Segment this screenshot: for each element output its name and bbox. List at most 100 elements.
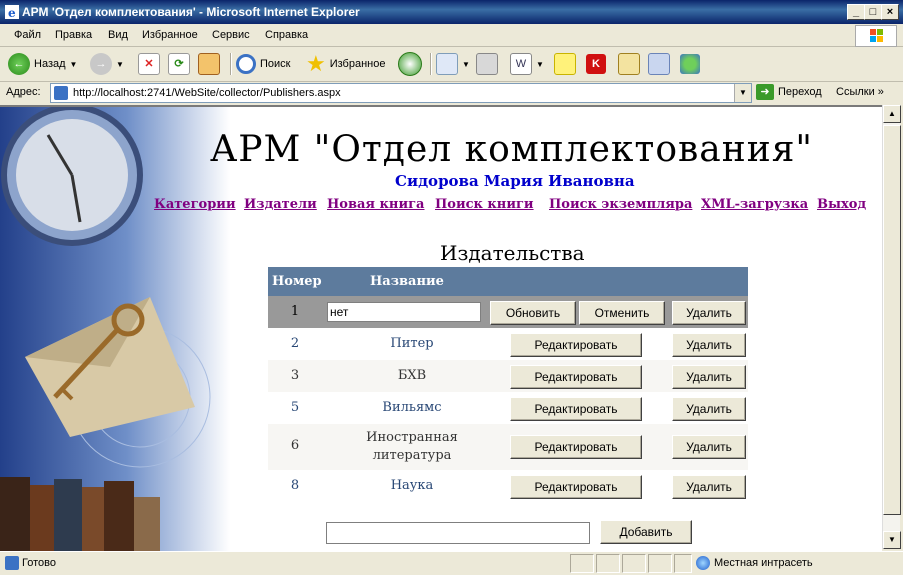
notes-button[interactable] — [554, 52, 576, 76]
home-button[interactable] — [198, 52, 220, 76]
row-number: 6 — [290, 438, 300, 453]
row-number: 8 — [290, 478, 300, 493]
delete-button[interactable]: Удалить — [672, 435, 746, 459]
page-title: Издательства — [440, 241, 585, 265]
scroll-down-icon[interactable]: ▼ — [883, 531, 901, 549]
maximize-button[interactable]: □ — [864, 4, 882, 20]
title-bar: e АРМ 'Отдел комплектования' - Microsoft… — [0, 0, 903, 24]
table-row: 3 БХВ Редактировать Удалить — [268, 360, 748, 392]
update-button[interactable]: Обновить — [490, 301, 576, 325]
scroll-thumb[interactable] — [883, 125, 901, 515]
tool-button-2[interactable] — [648, 52, 670, 76]
toolbar: ← Назад ▼ → ▼ ✕ ⟳ Поиск ★ Избранное ▼ W ▼… — [0, 47, 903, 82]
nav-search-book-link[interactable]: Поиск книги — [435, 197, 534, 212]
new-publisher-input[interactable] — [326, 522, 590, 544]
back-arrow-icon: ← — [8, 53, 30, 75]
stop-icon: ✕ — [138, 53, 160, 75]
search-label: Поиск — [260, 58, 291, 70]
page-content: АРМ "Отдел комплектования" Сидорова Мари… — [0, 105, 882, 551]
kaspersky-icon: K — [586, 54, 606, 74]
tool-button-1[interactable] — [618, 52, 640, 76]
grid-header: Номер Название — [268, 267, 748, 296]
edit-word-button[interactable]: W ▼ — [510, 52, 544, 76]
nav-new-book-link[interactable]: Новая книга — [327, 197, 424, 212]
vertical-scrollbar[interactable]: ▲ ▼ — [882, 105, 901, 549]
cancel-button[interactable]: Отменить — [579, 301, 665, 325]
mail-icon — [436, 53, 458, 75]
edit-button[interactable]: Редактировать — [510, 365, 642, 389]
messenger-button[interactable] — [680, 52, 700, 76]
page-done-icon — [5, 556, 19, 570]
print-button[interactable] — [476, 52, 498, 76]
favorites-label: Избранное — [329, 58, 386, 70]
column-number-header: Номер — [272, 274, 322, 289]
forward-button[interactable]: → ▼ — [90, 52, 124, 76]
menu-file[interactable]: Файл — [14, 29, 41, 41]
menu-bar: Файл Правка Вид Избранное Сервис Справка — [0, 24, 903, 47]
tools-icon — [648, 53, 670, 75]
menu-favorites[interactable]: Избранное — [142, 29, 198, 41]
publisher-name: Наука — [390, 478, 434, 493]
windows-logo-icon — [855, 25, 897, 47]
favorites-button[interactable]: ★ Избранное — [306, 52, 385, 76]
row-number: 2 — [290, 336, 300, 351]
address-url: http://localhost:2741/WebSite/collector/… — [73, 87, 341, 99]
svg-text:e: e — [8, 6, 16, 20]
printer-icon — [476, 53, 498, 75]
research-icon — [618, 53, 640, 75]
security-zone: Местная интрасеть — [714, 557, 813, 569]
mail-button[interactable]: ▼ — [436, 52, 470, 76]
minimize-button[interactable]: _ — [847, 4, 865, 20]
go-arrow-icon: ➜ — [756, 84, 774, 100]
history-button[interactable] — [398, 52, 422, 76]
nav-publishers-link[interactable]: Издатели — [244, 197, 317, 212]
status-text: Готово — [22, 557, 56, 569]
back-button[interactable]: ← Назад ▼ — [8, 52, 77, 76]
address-dropdown-icon[interactable]: ▼ — [734, 84, 751, 102]
address-input[interactable]: http://localhost:2741/WebSite/collector/… — [50, 83, 752, 103]
delete-button[interactable]: Удалить — [672, 301, 746, 325]
nav-exit-link[interactable]: Выход — [817, 197, 866, 212]
refresh-button[interactable]: ⟳ — [168, 52, 190, 76]
menu-help[interactable]: Справка — [265, 29, 308, 41]
app-heading: АРМ "Отдел комплектования" — [210, 129, 813, 170]
go-button[interactable]: ➜ Переход — [756, 84, 822, 100]
publisher-name-input[interactable]: нет — [327, 302, 481, 322]
messenger-icon — [680, 54, 700, 74]
delete-button[interactable]: Удалить — [672, 475, 746, 499]
forward-arrow-icon: → — [90, 53, 112, 75]
table-row: 6 Иностранная литература Редактировать Уд… — [268, 424, 748, 470]
edit-button[interactable]: Редактировать — [510, 475, 642, 499]
close-button[interactable]: × — [881, 4, 899, 20]
stop-button[interactable]: ✕ — [138, 52, 160, 76]
row-number: 3 — [290, 368, 300, 383]
edit-button[interactable]: Редактировать — [510, 435, 642, 459]
menu-view[interactable]: Вид — [108, 29, 128, 41]
user-name: Сидорова Мария Ивановна — [395, 172, 635, 190]
scroll-up-icon[interactable]: ▲ — [883, 105, 901, 123]
edit-button[interactable]: Редактировать — [510, 333, 642, 357]
history-icon — [398, 52, 422, 76]
publishers-grid: Номер Название 1 нет Обновить Отменить У… — [268, 267, 748, 502]
nav-search-copy-link[interactable]: Поиск экземпляра — [549, 197, 692, 212]
publisher-name: БХВ — [397, 368, 427, 383]
search-button[interactable]: Поиск — [236, 52, 290, 76]
nav-xml-upload-link[interactable]: XML-загрузка — [701, 197, 808, 212]
address-label: Адрес: — [6, 86, 41, 98]
add-button[interactable]: Добавить — [600, 520, 692, 544]
nav-categories-link[interactable]: Категории — [154, 197, 236, 212]
ie-icon: e — [5, 5, 19, 20]
publisher-name: Вильямс — [382, 400, 442, 415]
delete-button[interactable]: Удалить — [672, 397, 746, 421]
star-icon: ★ — [306, 51, 326, 76]
kaspersky-button[interactable]: K — [586, 52, 606, 76]
delete-button[interactable]: Удалить — [672, 365, 746, 389]
edit-button[interactable]: Редактировать — [510, 397, 642, 421]
status-cell — [674, 554, 692, 573]
menu-edit[interactable]: Правка — [55, 29, 92, 41]
links-button[interactable]: Ссылки » — [836, 86, 884, 98]
word-icon: W — [510, 53, 532, 75]
table-row: 2 Питер Редактировать Удалить — [268, 328, 748, 360]
menu-tools[interactable]: Сервис — [212, 29, 250, 41]
delete-button[interactable]: Удалить — [672, 333, 746, 357]
